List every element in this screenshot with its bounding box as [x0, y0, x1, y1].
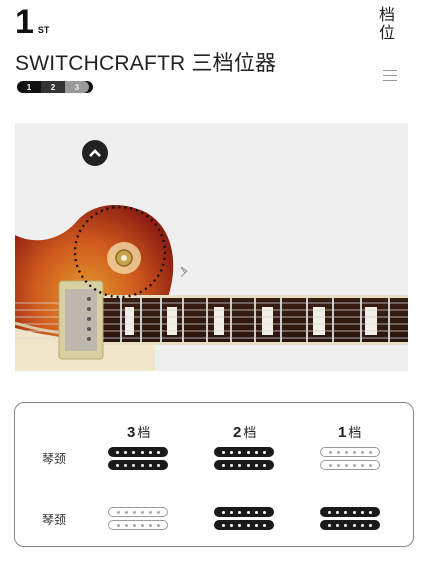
pickup-bridge-pos2: [214, 507, 274, 531]
side-tab-gear[interactable]: 档位: [379, 6, 395, 42]
row-label-neck-2: 琴颈: [42, 513, 67, 527]
rank-suffix: ST: [37, 25, 50, 35]
page-title: SWITCHCRAFTR 三档位器: [15, 52, 277, 75]
rank-badge: 1 ST: [15, 3, 50, 41]
row-label-neck: 琴颈: [42, 452, 67, 466]
pickup-neck-pos3: [108, 447, 168, 471]
scroll-up-button[interactable]: [82, 140, 108, 166]
column-header-1: 1档: [338, 424, 362, 441]
guitar-illustration: [15, 205, 408, 371]
chevron-up-icon: [89, 149, 101, 157]
pickup-bridge-pos1: [320, 507, 380, 531]
page-indicator[interactable]: 1 2 3: [17, 81, 93, 93]
page-dot-1[interactable]: 1: [17, 81, 41, 93]
page-dot-2[interactable]: 2: [41, 81, 65, 93]
rank-number: 1: [15, 3, 34, 41]
guitar-photo: [15, 123, 408, 371]
column-header-2: 2档: [233, 424, 257, 441]
column-header-3: 3档: [127, 424, 151, 441]
pickup-bridge-pos3: [108, 507, 168, 531]
pickup-neck-pos2: [214, 447, 274, 471]
menu-icon[interactable]: [383, 70, 397, 82]
pickup-selector-card: 3档 2档 1档 琴颈 琴颈: [14, 402, 414, 547]
pickup-neck-pos1: [320, 447, 380, 471]
page-dot-3[interactable]: 3: [65, 81, 89, 93]
